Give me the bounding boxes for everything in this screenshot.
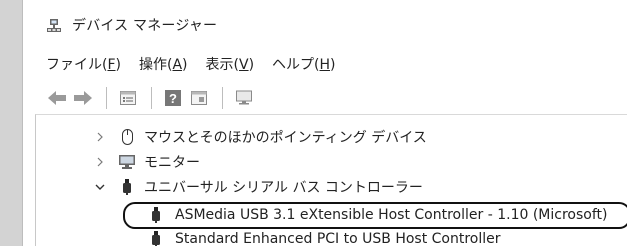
toolbar-separator [151, 86, 152, 109]
title-bar: デバイス マネージャー [23, 0, 627, 50]
chevron-right-icon[interactable] [93, 130, 107, 144]
monitor-icon [118, 153, 136, 171]
mouse-icon [118, 128, 136, 146]
menu-view-accelerator: V [238, 57, 249, 73]
menu-file-prefix: ファイル( [46, 57, 108, 73]
tree-label: ユニバーサル シリアル バス コントローラー [144, 180, 423, 196]
help-icon: ? [165, 89, 181, 106]
update-driver-icon [191, 90, 207, 105]
tree-label: ASMedia USB 3.1 eXtensible Host Controll… [175, 207, 608, 223]
display-button[interactable] [232, 86, 256, 110]
forward-arrow-icon [74, 90, 92, 105]
menu-bar: ファイル(F) 操作(A) 表示(V) ヘルプ(H) [23, 50, 627, 78]
menu-file-suffix: ) [115, 57, 121, 73]
menu-help-prefix: ヘルプ( [272, 57, 320, 73]
usb-controller-icon [148, 230, 163, 246]
menu-view-suffix: ) [248, 57, 255, 73]
menu-view[interactable]: 表示(V) [206, 54, 255, 74]
toolbar-separator [106, 86, 107, 109]
chevron-right-icon[interactable] [93, 155, 107, 169]
monitor-icon [236, 90, 252, 104]
usb-controller-icon [118, 178, 136, 196]
help-button[interactable]: ? [161, 86, 185, 110]
tree-row-monitor[interactable]: モニター [93, 150, 200, 174]
tree-label: モニター [144, 155, 200, 171]
menu-action-accelerator: A [172, 57, 183, 73]
menu-file-accelerator: F [107, 57, 116, 73]
tree-row-mouse[interactable]: マウスとそのほかのポインティング デバイス [93, 125, 427, 149]
tree-row-asmedia-controller[interactable]: ASMedia USB 3.1 eXtensible Host Controll… [148, 203, 607, 227]
tree-label: Standard Enhanced PCI to USB Host Contro… [175, 231, 501, 246]
menu-help[interactable]: ヘルプ(H) [272, 54, 335, 74]
tree-label: マウスとそのほかのポインティング デバイス [144, 130, 427, 146]
menu-action[interactable]: 操作(A) [139, 54, 188, 74]
properties-icon [120, 90, 136, 105]
menu-file[interactable]: ファイル(F) [46, 54, 121, 74]
usb-controller-icon [148, 206, 163, 224]
back-arrow-icon [48, 90, 66, 105]
window-title: デバイス マネージャー [72, 18, 218, 34]
tree-row-usb-controllers[interactable]: ユニバーサル シリアル バス コントローラー [93, 175, 423, 199]
menu-view-prefix: 表示( [205, 57, 239, 73]
menu-help-accelerator: H [319, 57, 331, 73]
back-button[interactable] [45, 86, 69, 110]
menu-action-prefix: 操作( [139, 57, 173, 73]
properties-button[interactable] [116, 86, 140, 110]
toolbar-separator [222, 86, 223, 109]
device-manager-window: デバイス マネージャー ファイル(F) 操作(A) 表示(V) ヘルプ(H) ?… [22, 0, 627, 246]
chevron-down-icon[interactable] [93, 180, 107, 194]
menu-action-suffix: ) [182, 57, 188, 73]
device-manager-icon [47, 19, 61, 32]
menu-help-suffix: ) [330, 57, 336, 73]
update-driver-button[interactable] [187, 86, 211, 110]
device-tree[interactable]: マウスとそのほかのポインティング デバイス モニター ユニバーサル シリアル バ… [35, 114, 627, 246]
toolbar: ? [23, 82, 627, 113]
tree-row-standard-enhanced-controller[interactable]: Standard Enhanced PCI to USB Host Contro… [148, 227, 501, 246]
forward-button[interactable] [71, 86, 95, 110]
svg-text:?: ? [169, 91, 177, 106]
